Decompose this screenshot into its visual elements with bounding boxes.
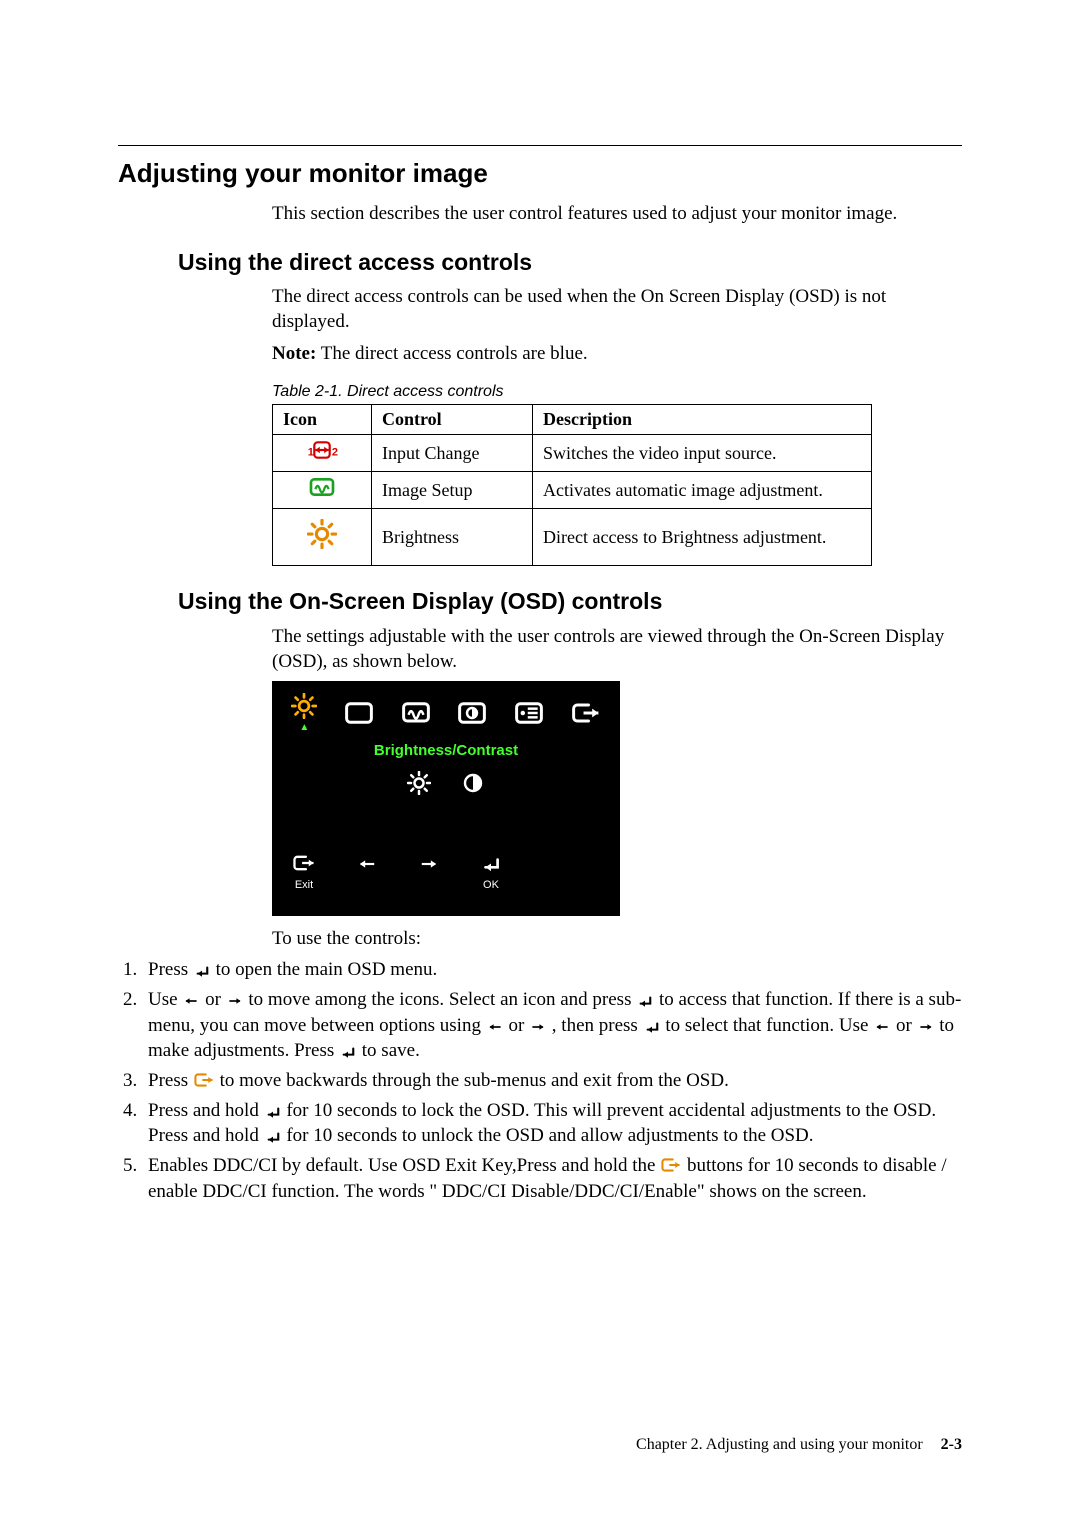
row2-desc: Direct access to Brightness adjustment.: [533, 509, 872, 566]
step-2: Use or to move among the icons. Select a…: [142, 987, 962, 1064]
left-arrow-icon: [182, 994, 200, 1008]
osd-bottom-row: Exit OK: [284, 853, 608, 891]
page-footer: Chapter 2. Adjusting and using your moni…: [636, 1434, 962, 1456]
controls-lead: To use the controls:: [272, 926, 962, 952]
enter-icon: [339, 1045, 357, 1059]
row0-desc: Switches the video input source.: [533, 434, 872, 471]
right-arrow-icon: [418, 855, 440, 873]
osd-mid-brightness-icon: [407, 771, 431, 795]
direct-access-table: Icon Control Description Input Change Sw…: [272, 404, 872, 566]
table-caption: Table 2-1. Direct access controls: [272, 381, 962, 403]
enter-icon: [193, 964, 211, 978]
osd-right-button: [418, 855, 440, 891]
note-line: Note: The direct access controls are blu…: [272, 341, 962, 367]
osd-title: Brightness/Contrast: [284, 741, 608, 761]
osd-options-icon: [514, 700, 544, 726]
right-arrow-icon: [917, 1020, 935, 1034]
osd-top-icons: ▲: [284, 691, 608, 737]
footer-chapter: Chapter 2. Adjusting and using your moni…: [636, 1436, 923, 1453]
step-4: Press and hold for 10 seconds to lock th…: [142, 1098, 962, 1149]
osd-ok-button: OK: [480, 855, 502, 891]
osd-intro: The settings adjustable with the user co…: [272, 624, 962, 675]
enter-icon: [480, 855, 502, 873]
h2-direct: Using the direct access controls: [178, 247, 962, 278]
intro-text: This section describes the user control …: [272, 201, 962, 227]
th-control: Control: [372, 405, 533, 434]
step-5: Enables DDC/CI by default. Use OSD Exit …: [142, 1153, 962, 1204]
enter-icon: [636, 994, 654, 1008]
footer-page-number: 2-3: [941, 1436, 962, 1453]
osd-exit-button: Exit: [292, 853, 316, 891]
table-row: Brightness Direct access to Brightness a…: [273, 509, 872, 566]
enter-icon: [264, 1105, 282, 1119]
row1-control: Image Setup: [372, 471, 533, 508]
direct-intro: The direct access controls can be used w…: [272, 284, 962, 335]
th-desc: Description: [533, 405, 872, 434]
right-arrow-icon: [226, 994, 244, 1008]
h1-adjusting: Adjusting your monitor image: [118, 156, 962, 191]
osd-screenshot: ▲ Brightness/Contrast Exit: [272, 681, 620, 916]
row1-desc: Activates automatic image adjustment.: [533, 471, 872, 508]
step-3: Press to move backwards through the sub-…: [142, 1068, 962, 1094]
right-arrow-icon: [529, 1020, 547, 1034]
image-setup-icon: [273, 471, 372, 508]
row2-control: Brightness: [372, 509, 533, 566]
table-row: Input Change Switches the video input so…: [273, 434, 872, 471]
document-page: Adjusting your monitor image This sectio…: [0, 0, 1080, 1528]
left-arrow-icon: [356, 855, 378, 873]
exit-icon: [292, 853, 316, 873]
left-arrow-icon: [873, 1020, 891, 1034]
h2-osd: Using the On-Screen Display (OSD) contro…: [178, 586, 962, 617]
osd-selected-caret: ▲: [299, 723, 309, 733]
osd-mid-contrast-icon: [461, 771, 485, 795]
enter-icon: [643, 1020, 661, 1034]
osd-mid-icons: [284, 771, 608, 795]
note-text: The direct access controls are blue.: [316, 343, 587, 364]
top-rule: [118, 145, 962, 146]
row0-control: Input Change: [372, 434, 533, 471]
left-arrow-icon: [486, 1020, 504, 1034]
step-1: Press to open the main OSD menu.: [142, 957, 962, 983]
note-label: Note:: [272, 343, 316, 364]
steps-list: Press to open the main OSD menu. Use or …: [118, 957, 962, 1204]
brightness-icon: [273, 509, 372, 566]
osd-position-icon: [344, 700, 374, 726]
input-change-icon: [273, 434, 372, 471]
table-row: Image Setup Activates automatic image ad…: [273, 471, 872, 508]
osd-image-setup-icon: [401, 700, 431, 726]
osd-exit-icon: [571, 700, 601, 726]
osd-left-button: [356, 855, 378, 891]
enter-icon: [264, 1130, 282, 1144]
osd-image-props-icon: [457, 700, 487, 726]
exit-icon: [193, 1071, 215, 1089]
th-icon: Icon: [273, 405, 372, 434]
exit-icon: [660, 1156, 682, 1174]
table-header-row: Icon Control Description: [273, 405, 872, 434]
osd-brightness-icon: [291, 693, 317, 719]
